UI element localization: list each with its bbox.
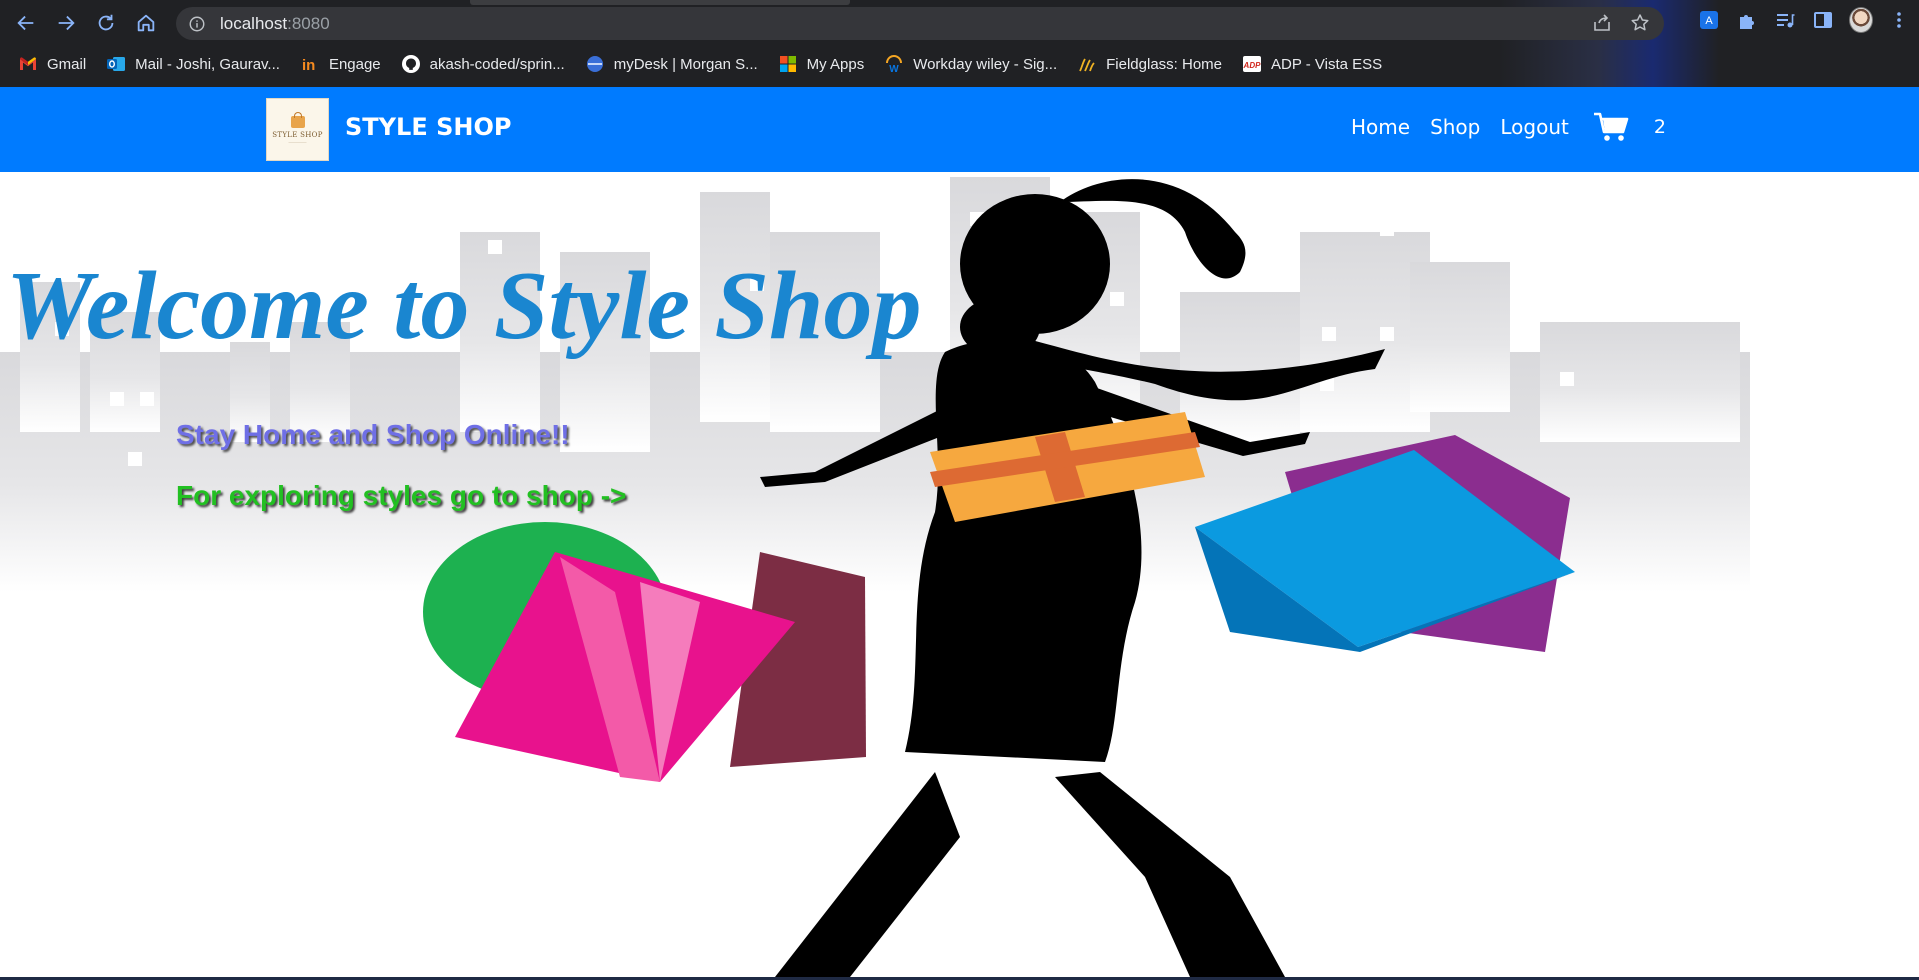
- gmail-icon: [20, 57, 36, 70]
- fieldglass-icon: [1079, 58, 1095, 72]
- microsoft-icon: [779, 56, 796, 72]
- bookmark-github[interactable]: akash-coded/sprin...: [401, 54, 565, 74]
- nav-home-link[interactable]: Home: [1351, 115, 1410, 139]
- url-text: localhost:8080: [220, 14, 330, 34]
- bookmark-label: ADP - Vista ESS: [1271, 55, 1383, 73]
- bookmark-outlook[interactable]: Mail - Joshi, Gaurav...: [106, 54, 280, 74]
- github-icon: [401, 55, 420, 73]
- back-button[interactable]: [6, 3, 46, 43]
- browser-toolbar: localhost:8080 A: [0, 0, 1919, 46]
- browser-chrome: localhost:8080 A Gmail Mail - Joshi, Gau…: [0, 0, 1919, 87]
- bookmark-star-icon[interactable]: [1630, 13, 1650, 33]
- forward-button[interactable]: [46, 3, 86, 43]
- bookmark-workday[interactable]: W Workday wiley - Sig...: [884, 54, 1057, 74]
- site-info-icon[interactable]: [188, 15, 206, 33]
- bookmark-myapps[interactable]: My Apps: [778, 54, 865, 74]
- profile-avatar: [1849, 7, 1873, 33]
- bookmarks-bar: Gmail Mail - Joshi, Gaurav... in Engage …: [0, 46, 1919, 82]
- cart-count: 2: [1653, 116, 1666, 138]
- kebab-menu-icon: [1897, 12, 1901, 28]
- media-queue-icon: [1777, 14, 1795, 28]
- hero-subtitle: Stay Home and Shop Online!!: [176, 419, 570, 450]
- bookmark-label: Fieldglass: Home: [1106, 55, 1223, 73]
- workday-icon: W: [886, 55, 903, 74]
- bookmark-label: myDesk | Morgan S...: [613, 55, 758, 73]
- extensions-button[interactable]: [1735, 8, 1759, 32]
- bookmark-label: Engage: [328, 55, 381, 73]
- bookmark-label: Workday wiley - Sig...: [913, 55, 1058, 73]
- share-icon[interactable]: [1592, 13, 1612, 33]
- svg-text:W: W: [889, 64, 899, 74]
- cart-button[interactable]: 2: [1593, 111, 1666, 143]
- bookmark-mydesk[interactable]: myDesk | Morgan S...: [585, 54, 758, 74]
- media-control-button[interactable]: [1773, 8, 1797, 32]
- shopping-cart-icon: [1593, 112, 1629, 141]
- outlook-icon: [107, 57, 126, 71]
- svg-text:in: in: [302, 57, 315, 74]
- puzzle-icon: [1740, 15, 1754, 29]
- home-button[interactable]: [126, 3, 166, 43]
- nav-links: Home Shop Logout 2: [1351, 111, 1666, 143]
- svg-text:A: A: [1705, 15, 1713, 27]
- side-panel-button[interactable]: [1811, 8, 1835, 32]
- url-host: localhost: [220, 13, 288, 33]
- hero-cta-text[interactable]: For exploring styles go to shop ->: [176, 480, 626, 512]
- menu-button[interactable]: [1887, 8, 1911, 32]
- adp-icon: ADP: [1243, 56, 1262, 72]
- side-panel-icon: [1814, 12, 1832, 28]
- hero-title: Welcome to Style Shop: [6, 252, 922, 360]
- site-navbar: STYLE SHOP —————— STYLE SHOP Home Shop L…: [0, 87, 1919, 172]
- svg-text:ADP: ADP: [1243, 61, 1262, 70]
- translate-icon: A: [1700, 11, 1718, 29]
- shopping-bag-icon: [290, 111, 305, 128]
- bookmark-label: Mail - Joshi, Gaurav...: [135, 55, 280, 73]
- brand-name[interactable]: STYLE SHOP: [345, 113, 511, 141]
- bookmark-gmail[interactable]: Gmail: [18, 54, 86, 74]
- bookmark-engage[interactable]: in Engage: [300, 54, 381, 75]
- address-bar[interactable]: localhost:8080: [176, 7, 1664, 40]
- forward-arrow-icon: [58, 15, 75, 31]
- brand-logo[interactable]: STYLE SHOP ——————: [266, 98, 329, 161]
- nav-shop-link[interactable]: Shop: [1430, 115, 1480, 139]
- bookmark-adp[interactable]: ADP ADP - Vista ESS: [1242, 54, 1383, 74]
- logo-underline: ——————: [288, 139, 307, 144]
- bookmark-label: akash-coded/sprin...: [429, 55, 565, 73]
- mydesk-icon: [586, 56, 603, 72]
- bookmark-label: My Apps: [806, 55, 865, 73]
- translate-extension[interactable]: A: [1697, 8, 1721, 32]
- home-icon: [137, 14, 155, 32]
- reload-button[interactable]: [86, 3, 126, 43]
- bookmark-fieldglass[interactable]: Fieldglass: Home: [1077, 54, 1222, 74]
- omnibox-actions: [1592, 13, 1650, 33]
- nav-logout-link[interactable]: Logout: [1500, 115, 1568, 139]
- bookmark-label: Gmail: [47, 55, 87, 73]
- hero-section: Welcome to Style Shop Stay Home and Shop…: [0, 172, 1919, 977]
- profile-button[interactable]: [1849, 7, 1873, 33]
- reload-icon: [98, 14, 114, 31]
- logo-text: STYLE SHOP: [272, 130, 323, 139]
- back-arrow-icon: [17, 15, 34, 31]
- extensions-bar: A: [1697, 7, 1911, 33]
- url-port: :8080: [287, 13, 330, 33]
- engage-icon: in: [302, 57, 315, 74]
